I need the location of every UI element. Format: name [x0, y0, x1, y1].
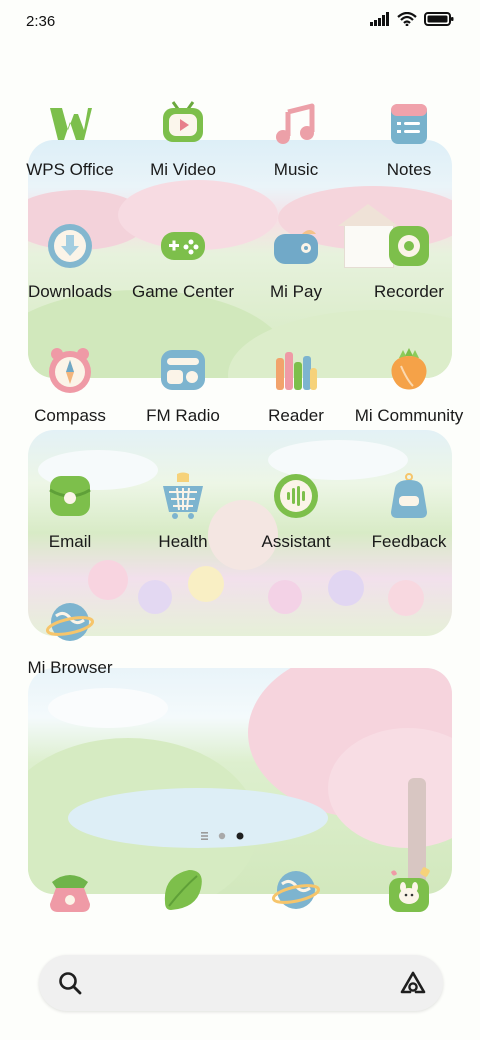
dock-camera[interactable] — [349, 866, 469, 926]
cellular-signal-icon — [370, 12, 389, 26]
app-mi-video[interactable]: Mi Video — [123, 100, 243, 210]
page-dot-1 — [218, 832, 226, 840]
mi-community-icon — [391, 348, 427, 390]
phone-icon — [50, 875, 90, 912]
dock-phone[interactable] — [10, 866, 130, 926]
app-label: Mi Browser — [27, 658, 113, 677]
page-dot-2-active — [236, 832, 244, 840]
notes-icon — [391, 104, 427, 144]
app-music[interactable]: Music — [236, 100, 356, 210]
app-game-center[interactable]: Game Center — [123, 222, 243, 332]
page-indicator[interactable] — [200, 829, 260, 843]
app-feedback[interactable]: Feedback — [349, 472, 469, 582]
app-email[interactable]: Email — [10, 472, 130, 582]
wifi-icon — [397, 12, 417, 26]
dock-messages[interactable] — [123, 866, 243, 926]
assistant-icon — [274, 474, 318, 518]
messages-icon — [164, 870, 202, 910]
app-notes[interactable]: Notes — [349, 100, 469, 210]
browser-icon — [272, 871, 320, 909]
status-time: 2:36 — [26, 13, 56, 30]
app-fm-radio[interactable]: FM Radio — [123, 346, 243, 456]
app-recorder[interactable]: Recorder — [349, 222, 469, 332]
dock-browser[interactable] — [236, 866, 356, 926]
app-wps-office[interactable]: WPS Office — [10, 100, 130, 210]
game-center-icon — [161, 232, 205, 260]
app-mi-community[interactable]: Mi Community — [349, 346, 469, 456]
app-label: Mi Community — [354, 406, 464, 425]
app-label: Notes — [386, 160, 432, 179]
mi-video-icon — [163, 101, 203, 142]
app-compass[interactable]: Compass — [10, 346, 130, 456]
google-lens-icon[interactable] — [399, 970, 427, 996]
status-bar: 2:36 — [0, 0, 480, 44]
app-downloads[interactable]: Downloads — [10, 222, 130, 332]
mi-browser-icon — [46, 603, 94, 641]
feedback-icon — [391, 473, 427, 518]
app-label: Recorder — [374, 282, 444, 301]
mi-pay-icon — [274, 230, 318, 264]
page-list-icon — [201, 832, 208, 840]
recorder-icon — [389, 226, 429, 266]
health-icon — [163, 472, 203, 519]
search-bar[interactable] — [39, 955, 443, 1011]
app-label: Feedback — [371, 532, 447, 551]
app-health[interactable]: Health — [123, 472, 243, 582]
reader-icon — [276, 352, 317, 390]
compass-icon — [49, 348, 91, 393]
app-mi-pay[interactable]: Mi Pay — [236, 222, 356, 332]
app-assistant[interactable]: Assistant — [236, 472, 356, 582]
downloads-icon — [48, 224, 92, 268]
app-reader[interactable]: Reader — [236, 346, 356, 456]
battery-icon — [424, 12, 454, 26]
music-icon — [276, 103, 315, 144]
search-icon[interactable] — [57, 970, 83, 996]
camera-icon — [389, 867, 430, 912]
fm-radio-icon — [161, 350, 205, 390]
email-icon — [49, 476, 91, 516]
app-mi-browser[interactable]: Mi Browser — [10, 598, 130, 708]
home-screen: 2:36 WPS Office Mi Video Music Notes Dow… — [0, 0, 480, 1040]
wps-office-icon — [50, 108, 92, 140]
